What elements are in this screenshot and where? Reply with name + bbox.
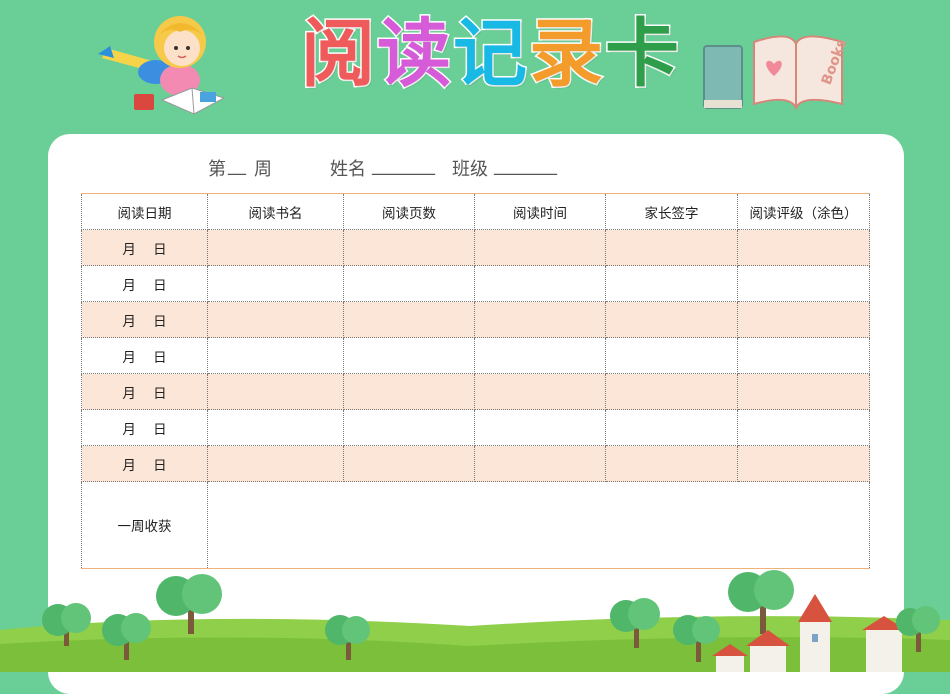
- table-row: 月 日: [81, 409, 870, 446]
- pages-cell[interactable]: [343, 301, 475, 338]
- book-title-cell[interactable]: [207, 265, 344, 302]
- time-cell[interactable]: [474, 409, 606, 446]
- table-row: 月 日: [81, 337, 870, 374]
- title-char: 录: [528, 11, 605, 97]
- time-cell[interactable]: [474, 229, 606, 266]
- books-illustration: Books: [703, 35, 850, 111]
- title-char: 读: [376, 11, 453, 97]
- book-title-cell[interactable]: [207, 373, 344, 410]
- time-cell[interactable]: [474, 373, 606, 410]
- reading-log-table-wrap: 阅读日期 阅读书名 阅读页数 阅读时间 家长签字 阅读评级（涂色） 月 日月 日…: [81, 193, 870, 569]
- weekly-harvest-label: 一周收获: [81, 481, 208, 569]
- week-field[interactable]: __: [228, 155, 246, 176]
- rating-cell[interactable]: [737, 445, 870, 482]
- header-time: 阅读时间: [474, 193, 606, 230]
- rating-cell[interactable]: [737, 373, 870, 410]
- parent-signature-cell[interactable]: [605, 229, 738, 266]
- header-book-title: 阅读书名: [207, 193, 344, 230]
- name-field[interactable]: _______: [372, 155, 435, 176]
- page-title: 阅 读 记 录 卡: [270, 4, 710, 104]
- header-date: 阅读日期: [81, 193, 208, 230]
- weekly-harvest-row: 一周收获: [81, 481, 870, 569]
- time-cell[interactable]: [474, 445, 606, 482]
- student-info: 第 __ 周 姓名 _______ 班级 _______: [48, 155, 904, 183]
- parent-signature-cell[interactable]: [605, 373, 738, 410]
- book-title-cell[interactable]: [207, 409, 344, 446]
- table-row: 月 日: [81, 265, 870, 302]
- date-cell[interactable]: 月 日: [81, 301, 208, 338]
- rating-cell[interactable]: [737, 337, 870, 374]
- name-label: 姓名: [330, 159, 366, 180]
- date-cell[interactable]: 月 日: [81, 373, 208, 410]
- pages-cell[interactable]: [343, 373, 475, 410]
- class-field[interactable]: _______: [494, 155, 557, 176]
- girl-reading-illustration: [98, 16, 226, 115]
- pages-cell[interactable]: [343, 337, 475, 374]
- table-header-row: 阅读日期 阅读书名 阅读页数 阅读时间 家长签字 阅读评级（涂色）: [81, 193, 870, 230]
- book-title-cell[interactable]: [207, 229, 344, 266]
- date-cell[interactable]: 月 日: [81, 445, 208, 482]
- pages-cell[interactable]: [343, 445, 475, 482]
- table-row: 月 日: [81, 301, 870, 338]
- title-char: 卡: [604, 11, 681, 97]
- pages-cell[interactable]: [343, 265, 475, 302]
- book-title-cell[interactable]: [207, 445, 344, 482]
- parent-signature-cell[interactable]: [605, 445, 738, 482]
- rating-cell[interactable]: [737, 409, 870, 446]
- parent-signature-cell[interactable]: [605, 265, 738, 302]
- table-row: 月 日: [81, 229, 870, 266]
- date-cell[interactable]: 月 日: [81, 265, 208, 302]
- week-suffix: 周: [254, 159, 272, 180]
- rating-cell[interactable]: [737, 265, 870, 302]
- time-cell[interactable]: [474, 337, 606, 374]
- class-label: 班级: [452, 159, 488, 180]
- table-row: 月 日: [81, 445, 870, 482]
- title-char: 阅: [300, 11, 377, 97]
- landscape-illustration: [0, 570, 950, 672]
- pages-cell[interactable]: [343, 409, 475, 446]
- house-icon: [798, 594, 832, 672]
- time-cell[interactable]: [474, 301, 606, 338]
- date-cell[interactable]: 月 日: [81, 409, 208, 446]
- parent-signature-cell[interactable]: [605, 301, 738, 338]
- header-parent-signature: 家长签字: [605, 193, 738, 230]
- header-rating: 阅读评级（涂色）: [737, 193, 870, 230]
- pages-cell[interactable]: [343, 229, 475, 266]
- header-pages: 阅读页数: [343, 193, 475, 230]
- date-cell[interactable]: 月 日: [81, 337, 208, 374]
- table-row: 月 日: [81, 373, 870, 410]
- rating-cell[interactable]: [737, 229, 870, 266]
- weekly-harvest-cell[interactable]: [207, 481, 870, 569]
- parent-signature-cell[interactable]: [605, 337, 738, 374]
- title-char: 记: [452, 11, 529, 97]
- reading-log-table: 阅读日期 阅读书名 阅读页数 阅读时间 家长签字 阅读评级（涂色） 月 日月 日…: [81, 193, 870, 569]
- rating-cell[interactable]: [737, 301, 870, 338]
- time-cell[interactable]: [474, 265, 606, 302]
- date-cell[interactable]: 月 日: [81, 229, 208, 266]
- book-title-cell[interactable]: [207, 337, 344, 374]
- book-title-cell[interactable]: [207, 301, 344, 338]
- parent-signature-cell[interactable]: [605, 409, 738, 446]
- week-prefix: 第: [208, 159, 226, 180]
